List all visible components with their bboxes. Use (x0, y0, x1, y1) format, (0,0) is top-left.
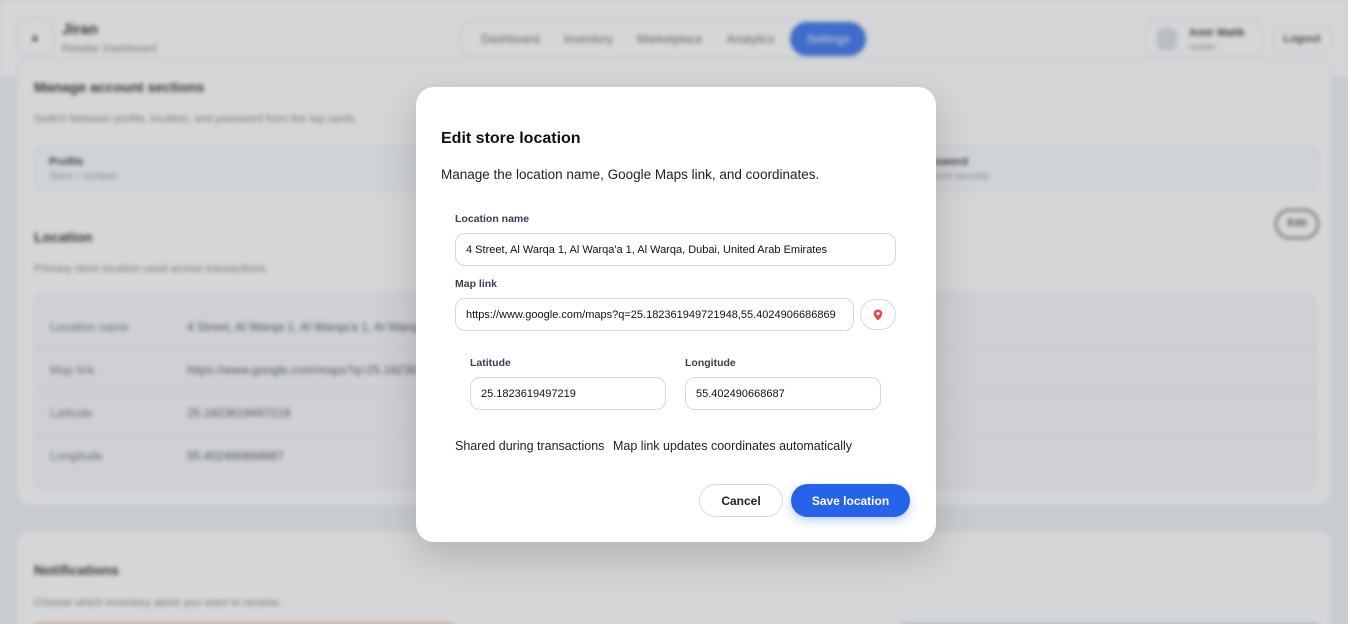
dialog-title: Edit store location (441, 130, 581, 147)
longitude-label: Longitude (685, 357, 736, 369)
location-name-label: Location name (455, 213, 530, 225)
latitude-input[interactable] (470, 377, 666, 410)
hint-auto-coordinates: Map link updates coordinates automatical… (613, 439, 853, 453)
cancel-button[interactable]: Cancel (699, 484, 783, 517)
longitude-input[interactable] (685, 377, 881, 410)
edit-location-dialog: Edit store location Manage the location … (416, 87, 936, 542)
map-link-input[interactable] (455, 298, 854, 331)
map-pin-icon (873, 309, 883, 320)
location-name-input[interactable] (455, 233, 896, 266)
hint-shared: Shared during transactions (455, 439, 605, 453)
map-link-label: Map link (455, 278, 498, 290)
latitude-label: Latitude (470, 357, 511, 369)
save-location-button[interactable]: Save location (791, 484, 910, 517)
dialog-description: Manage the location name, Google Maps li… (441, 167, 820, 182)
open-map-button[interactable] (860, 299, 896, 330)
